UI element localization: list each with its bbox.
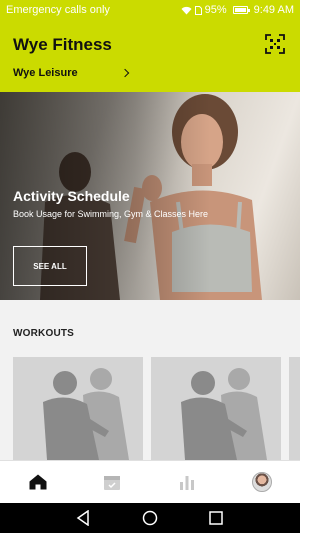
battery-percent: 95% [204, 4, 227, 16]
system-navigation-bar [0, 503, 300, 533]
section-title: WORKOUTS [13, 328, 75, 339]
bar-chart-icon [180, 476, 194, 490]
carrier-text: Emergency calls only [6, 4, 110, 16]
app-title: Wye Fitness [13, 35, 112, 54]
home-circle-icon[interactable] [142, 510, 158, 526]
hero-subtitle: Book Usage for Swimming, Gym & Classes H… [13, 209, 209, 219]
qr-scan-icon[interactable] [265, 34, 285, 54]
workout-placeholder-icon [43, 368, 129, 460]
nav-stats[interactable] [176, 471, 198, 493]
bottom-navigation [0, 460, 300, 503]
status-bar: Emergency calls only 95% 9:49 AM [0, 0, 300, 20]
chevron-right-icon [120, 68, 129, 78]
workout-placeholder-icon [181, 368, 267, 460]
nav-home[interactable] [27, 471, 49, 493]
wifi-icon [181, 6, 192, 14]
workouts-section: WORKOUTS [0, 300, 300, 460]
activity-schedule-banner[interactable]: Activity Schedule Book Usage for Swimmin… [0, 92, 300, 300]
nav-schedule[interactable] [101, 471, 123, 493]
battery-level [234, 8, 246, 12]
app-header: Wye Fitness Wye Leisure [0, 20, 300, 92]
profile-avatar [252, 472, 272, 492]
location-label: Wye Leisure [13, 67, 78, 79]
nav-profile[interactable] [251, 471, 273, 493]
calendar-icon [104, 476, 120, 490]
workout-card[interactable] [151, 357, 281, 460]
hero-title: Activity Schedule [13, 188, 130, 204]
clock: 9:49 AM [253, 4, 294, 16]
status-icons: 95% 9:49 AM [181, 4, 294, 16]
see-all-button[interactable]: SEE ALL [13, 246, 87, 286]
workout-card[interactable] [13, 357, 143, 460]
home-icon [29, 474, 47, 490]
workout-card[interactable] [289, 357, 300, 460]
battery-icon [232, 6, 250, 14]
sim-icon [194, 5, 202, 15]
back-icon[interactable] [76, 510, 90, 526]
location-selector[interactable]: Wye Leisure [13, 67, 129, 79]
recents-icon[interactable] [209, 510, 223, 526]
